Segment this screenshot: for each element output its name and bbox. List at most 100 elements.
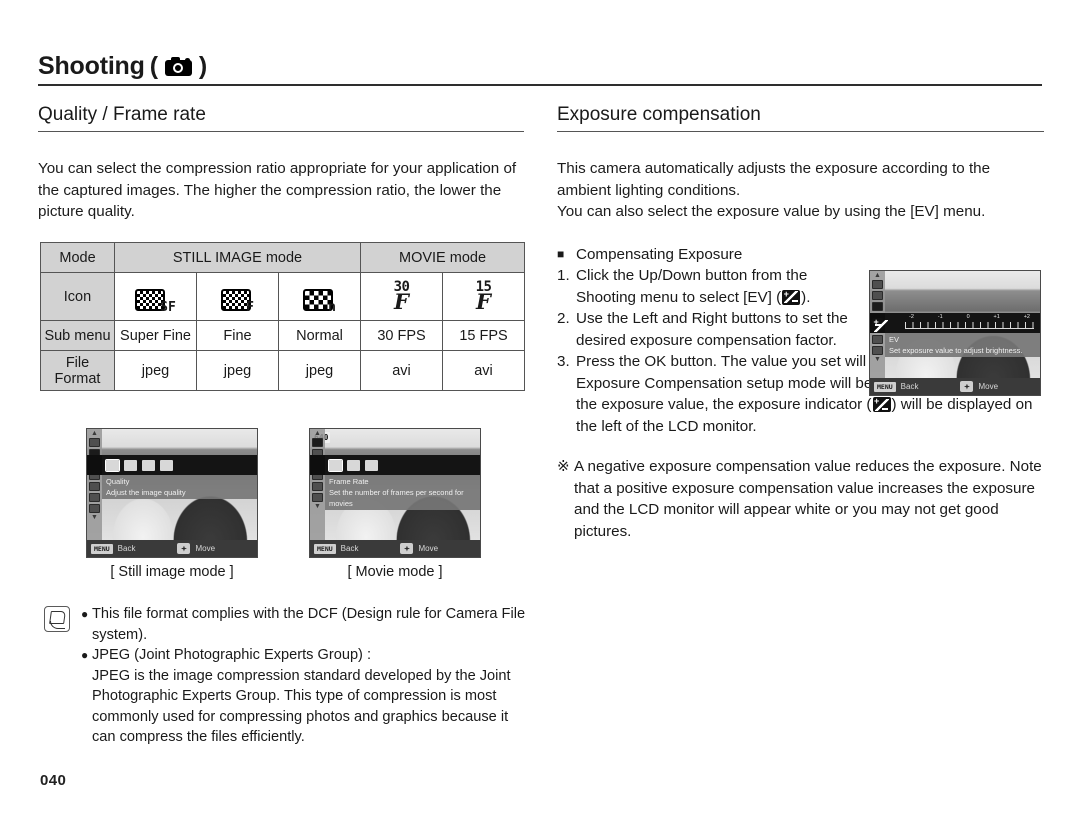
note-item-jpeg: ● JPEG (Joint Photographic Experts Group… (81, 645, 534, 748)
note-pencil-icon (44, 606, 70, 632)
back-label-movie: Back (340, 544, 359, 553)
lcd-sidebar-ev: ▲ ▼ (870, 271, 885, 395)
fps-30-icon: 30 F (360, 272, 444, 321)
step-3-number: 3. (557, 353, 570, 370)
sub-menu-normal: Normal (277, 320, 362, 351)
menu-button-chip-still[interactable]: MENU (91, 543, 113, 554)
note-item-dcf-text: This file format complies with the DCF (… (92, 606, 526, 643)
quality-option-normal[interactable] (142, 459, 155, 471)
quality-section-title: Quality / Frame rate (38, 104, 206, 125)
icon-suffix-sf: SF (160, 299, 176, 315)
sub-menu-15fps: 15 FPS (442, 320, 526, 351)
page-header: Shooting ( ) (38, 52, 1042, 86)
quality-option-extra[interactable] (160, 459, 173, 471)
camera-icon (164, 57, 192, 76)
frame-rate-option-30[interactable] (347, 459, 360, 471)
lcd-menu-banner-still: Quality Adjust the image quality (102, 475, 257, 499)
dpad-icon-ev[interactable] (960, 381, 974, 392)
lcd-menu-desc-ev: Set exposure value to adjust brightness. (889, 346, 1023, 355)
lcd-menu-desc-movie: Set the number of frames per second for … (329, 488, 464, 508)
lcd-bottom-bar-still: MENU Back Move (87, 540, 257, 557)
ev-scale-ticks: -2 -1 0 +1 +2 (905, 314, 1034, 320)
row-label-sub-menu: Sub menu (40, 320, 115, 351)
dpad-icon-movie[interactable] (400, 543, 414, 554)
file-format-normal: jpeg (277, 350, 362, 391)
step-1-number: 1. (557, 267, 570, 284)
exposure-note-text: A negative exposure compensation value r… (574, 458, 1042, 540)
sidebar-icon-ev-selected (872, 302, 883, 311)
lcd-ev-scale-strip[interactable]: -2 -1 0 +1 +2 (885, 313, 1040, 333)
left-column: Quality / Frame rate You can select the … (38, 104, 524, 223)
note-bullet-1: ● (81, 607, 89, 621)
caption-movie-mode: [ Movie mode ] (347, 564, 443, 580)
lcd-menu-title-ev: EV (889, 335, 900, 344)
table-row-icon: Icon SF F n 30 F 15 F (40, 272, 526, 321)
ev-tick-plus1: +1 (993, 314, 1000, 320)
lcd-selection-marker-still (87, 455, 102, 475)
fps-15-icon: 15 F (442, 272, 526, 321)
lcd-preview-still-image-mode: ▲ ▼ Quality Adjust the image quality MEN… (86, 428, 258, 558)
file-format-fine: jpeg (196, 350, 279, 391)
dpad-icon-still[interactable] (177, 543, 191, 554)
lcd-preview-ev-menu: ▲ ▼ -2 -1 0 +1 +2 EV Set exposure value … (869, 270, 1041, 396)
row-label-file-format: File Format (40, 350, 115, 391)
subhead-compensating-exposure: ■ Compensating Exposure (557, 244, 1044, 266)
move-label-still: Move (195, 544, 216, 553)
lcd-frame-rate-options-strip[interactable] (325, 455, 480, 475)
sidebar-icon-wb (89, 482, 100, 491)
lcd-quality-options-strip[interactable] (102, 455, 257, 475)
menu-button-chip-movie[interactable]: MENU (314, 543, 336, 554)
lcd-menu-desc-still: Adjust the image quality (106, 488, 186, 497)
lcd-menu-banner-movie: Frame Rate Set the number of frames per … (325, 475, 480, 510)
subhead-text: Compensating Exposure (576, 245, 743, 263)
note-star-symbol: ※ (557, 458, 570, 475)
ev-scale[interactable]: -2 -1 0 +1 +2 (905, 314, 1034, 332)
ev-tick-plus2: +2 (1023, 314, 1030, 320)
row-label-icon: Icon (40, 272, 115, 321)
lcd-bottom-bar-movie: MENU Back Move (310, 540, 480, 557)
exposure-note: ※ A negative exposure compensation value… (557, 456, 1044, 542)
ev-indicator-icon (782, 288, 801, 305)
sidebar-icon-quality-ev (872, 291, 883, 300)
quality-option-fine[interactable] (124, 459, 137, 471)
sidebar-icon-area (89, 504, 100, 513)
row-label-mode: Mode (40, 242, 115, 273)
quality-super-fine-icon: SF (114, 272, 197, 321)
icon-suffix-f: F (246, 299, 254, 315)
quality-option-super-fine[interactable] (105, 458, 120, 472)
menu-button-chip-ev[interactable]: MENU (874, 381, 896, 392)
caption-still-image-mode: [ Still image mode ] (110, 564, 234, 580)
group-header-still-image: STILL IMAGE mode (113, 242, 362, 273)
sidebar-icon-stabilizer (312, 482, 323, 491)
sidebar-icon-face-ev (872, 335, 883, 344)
lcd-menu-title-still: Quality (106, 477, 130, 486)
lcd-selection-marker-ev (870, 313, 888, 333)
step-2-text: Use the Left and Right buttons to set th… (576, 310, 848, 349)
sidebar-icon-frame-rate (312, 438, 323, 447)
sub-menu-30fps: 30 FPS (360, 320, 444, 351)
file-format-super-fine: jpeg (114, 350, 197, 391)
lcd-menu-title-movie: Frame Rate (329, 477, 369, 486)
ev-menu-icon (872, 316, 888, 332)
lcd-menu-banner-ev: EV Set exposure value to adjust brightne… (885, 333, 1040, 357)
table-row-mode: Mode STILL IMAGE mode MOVIE mode (40, 242, 526, 273)
note-item-dcf: ● This file format complies with the DCF… (81, 604, 534, 645)
frame-rate-option-60[interactable] (328, 458, 343, 472)
move-label-ev: Move (978, 382, 999, 391)
quality-section-divider (38, 131, 524, 132)
sidebar-icon-size (89, 438, 100, 447)
ev-tick-minus1: -1 (937, 314, 943, 320)
subhead-bullet: ■ (557, 246, 565, 261)
sub-menu-fine: Fine (196, 320, 279, 351)
note-body: ● This file format complies with the DCF… (81, 604, 534, 748)
frame-rate-option-15[interactable] (365, 459, 378, 471)
sidebar-icon-effect (312, 493, 323, 502)
sidebar-icon-face-detect (89, 493, 100, 502)
sidebar-icon-area-ev (872, 346, 883, 355)
step-2-number: 2. (557, 310, 570, 327)
quality-normal-icon: n (277, 272, 362, 321)
lcd-sidebar-still: ▲ ▼ (87, 429, 102, 557)
exposure-section-divider (557, 131, 1044, 132)
header-divider (38, 84, 1042, 86)
paren-close: ) (198, 52, 207, 80)
